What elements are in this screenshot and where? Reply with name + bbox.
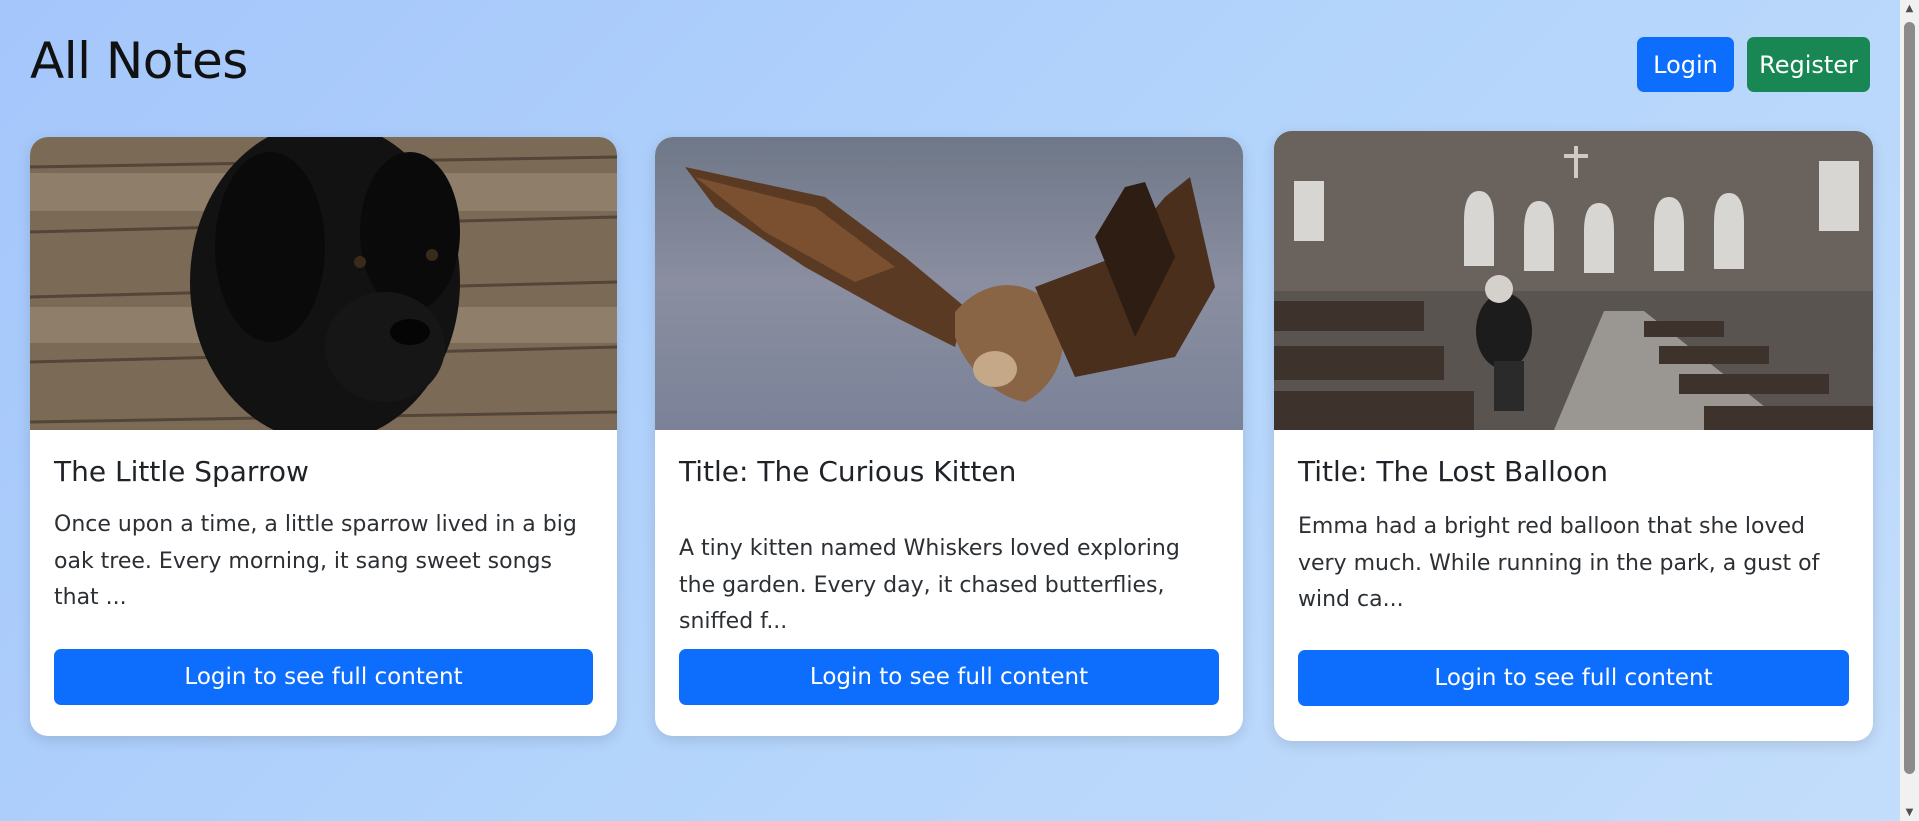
scroll-thumb[interactable] [1904, 22, 1915, 774]
page: All Notes Login Register The Little Spar… [0, 0, 1900, 821]
note-body: Title: The Lost Balloon Emma had a brigh… [1298, 430, 1849, 741]
note-image-vulture [655, 137, 1243, 430]
login-to-see-content-button[interactable]: Login to see full content [1298, 650, 1849, 706]
note-card: Title: The Lost Balloon Emma had a brigh… [1274, 131, 1873, 741]
note-body: The Little Sparrow Once upon a time, a l… [54, 430, 593, 736]
note-image-church [1274, 131, 1873, 430]
note-title: Title: The Lost Balloon [1298, 455, 1608, 488]
vertical-scrollbar[interactable]: ▲ ▼ [1900, 0, 1919, 821]
note-card: The Little Sparrow Once upon a time, a l… [30, 137, 617, 736]
note-body: Title: The Curious Kitten A tiny kitten … [679, 430, 1219, 736]
login-to-see-content-button[interactable]: Login to see full content [679, 649, 1219, 705]
note-image-puppy [30, 137, 617, 430]
note-excerpt: Once upon a time, a little sparrow lived… [54, 512, 577, 610]
note-title: The Little Sparrow [54, 455, 309, 488]
note-card: Title: The Curious Kitten A tiny kitten … [655, 137, 1243, 736]
note-excerpt: Emma had a bright red balloon that she l… [1298, 514, 1820, 612]
note-excerpt: A tiny kitten named Whiskers loved explo… [679, 536, 1180, 634]
note-title: Title: The Curious Kitten [679, 455, 1017, 488]
scroll-up-arrow-icon[interactable]: ▲ [1900, 0, 1919, 17]
scroll-down-arrow-icon[interactable]: ▼ [1900, 804, 1919, 821]
login-to-see-content-button[interactable]: Login to see full content [54, 649, 593, 705]
notes-grid: The Little Sparrow Once upon a time, a l… [0, 0, 1900, 821]
